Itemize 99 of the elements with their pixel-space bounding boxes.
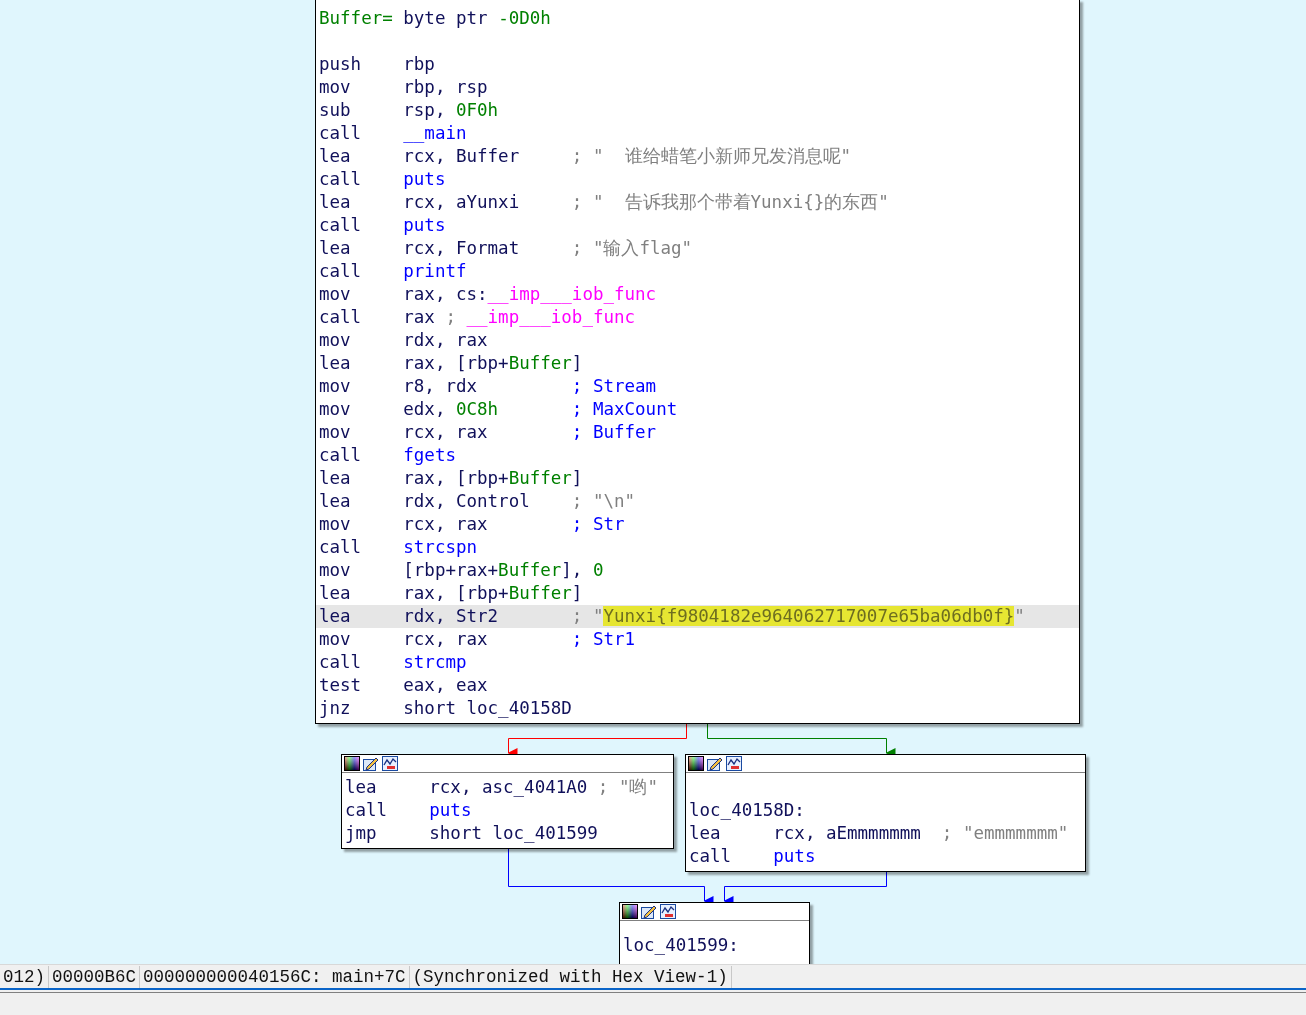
mnemonic: call bbox=[689, 845, 733, 869]
operand: rcx, aYunxi bbox=[403, 192, 520, 213]
mnemonic: mov bbox=[319, 76, 352, 100]
mnemonic: mov bbox=[319, 421, 352, 445]
status-text: 00000B6C bbox=[49, 965, 141, 988]
mnemonic: lea bbox=[319, 191, 352, 215]
mnemonic: call bbox=[319, 651, 363, 675]
graph-icon[interactable] bbox=[726, 756, 742, 771]
mnemonic: push bbox=[319, 53, 363, 77]
code-comment: ; "emmmmmmm" bbox=[941, 822, 1069, 846]
mnemonic: lea bbox=[345, 776, 378, 800]
mnemonic: call bbox=[319, 306, 363, 330]
operand: puts bbox=[403, 169, 446, 190]
graph-icon[interactable] bbox=[660, 904, 676, 919]
operand: edx, 0C8h bbox=[403, 399, 499, 420]
palette-icon[interactable] bbox=[344, 756, 360, 771]
palette-icon[interactable] bbox=[622, 904, 638, 919]
operand: printf bbox=[403, 261, 467, 282]
mnemonic: jnz bbox=[319, 697, 352, 721]
mnemonic: call bbox=[319, 214, 363, 238]
code-comment: ; Str1 bbox=[571, 628, 636, 652]
operand: fgets bbox=[403, 445, 456, 466]
operand: rdx, Str2 bbox=[403, 606, 499, 627]
operand: strcmp bbox=[403, 652, 467, 673]
code-label: loc_401599: bbox=[623, 934, 739, 958]
operand: rax, [rbp+Buffer] bbox=[403, 353, 583, 374]
mnemonic: call bbox=[319, 444, 363, 468]
mnemonic: lea bbox=[319, 352, 352, 376]
operand: puts bbox=[773, 846, 816, 867]
code-comment: ; Stream bbox=[571, 375, 657, 399]
mnemonic: sub bbox=[319, 99, 352, 123]
status-text: 012) bbox=[0, 965, 49, 988]
mnemonic: lea bbox=[319, 467, 352, 491]
mnemonic: mov bbox=[319, 513, 352, 537]
mnemonic: mov bbox=[319, 283, 352, 307]
operand: rcx, rax bbox=[403, 629, 488, 650]
mnemonic: call bbox=[319, 122, 363, 146]
operand: rcx, aEmmmmmmm bbox=[773, 823, 921, 844]
mnemonic: call bbox=[319, 168, 363, 192]
operand: rcx, Format bbox=[403, 238, 520, 259]
operand: [rbp+rax+Buffer], 0 bbox=[403, 560, 604, 581]
mnemonic: lea bbox=[689, 822, 722, 846]
variable-declaration: Buffer= byte ptr -0D0h bbox=[319, 7, 551, 31]
mnemonic: lea bbox=[319, 145, 352, 169]
operand: rax ; __imp___iob_func bbox=[403, 307, 636, 328]
palette-icon[interactable] bbox=[688, 756, 704, 771]
mnemonic: mov bbox=[319, 559, 352, 583]
status-text: (Synchronized with Hex View-1) bbox=[409, 965, 732, 988]
graph-icon[interactable] bbox=[382, 756, 398, 771]
operand: short loc_401599 bbox=[429, 823, 598, 844]
mnemonic: mov bbox=[319, 375, 352, 399]
code-block[interactable]: lea rcx, asc_4041A0 ; "哟" call puts jmp short loc_401599 bbox=[341, 754, 674, 849]
operand: rax, [rbp+Buffer] bbox=[403, 468, 583, 489]
code-comment: ; "输入flag" bbox=[571, 237, 693, 261]
mnemonic: jmp bbox=[345, 822, 378, 846]
operand: rax, cs:__imp___iob_func bbox=[403, 284, 657, 305]
code-comment: ; Str bbox=[571, 513, 625, 537]
operand: rcx, Buffer bbox=[403, 146, 520, 167]
operand: puts bbox=[403, 215, 446, 236]
code-comment: ; " 告诉我那个带着Yunxi{}的东西" bbox=[571, 191, 889, 215]
code-block[interactable]: loc_401599: bbox=[619, 902, 810, 964]
operand: short loc_40158D bbox=[403, 698, 572, 719]
pencil-icon[interactable] bbox=[641, 904, 657, 919]
mnemonic: mov bbox=[319, 398, 352, 422]
mnemonic: call bbox=[319, 536, 363, 560]
code-label: loc_40158D: bbox=[689, 799, 805, 823]
operand: rcx, asc_4041A0 bbox=[429, 777, 588, 798]
mnemonic: call bbox=[345, 799, 389, 823]
mnemonic: mov bbox=[319, 628, 352, 652]
code-comment: ; Buffer bbox=[571, 421, 657, 445]
operand: strcspn bbox=[403, 537, 478, 558]
mnemonic: mov bbox=[319, 329, 352, 353]
code-comment: ; MaxCount bbox=[571, 398, 678, 422]
code-block[interactable] bbox=[315, 0, 1080, 724]
operand: rdx, Control bbox=[403, 491, 530, 512]
operand: rdx, rax bbox=[403, 330, 488, 351]
code-comment: ; " 谁给蜡笔小新师兄发消息呢" bbox=[571, 145, 852, 169]
status-text: 000000000040156C: main+7C bbox=[140, 965, 410, 988]
operand: rbp bbox=[403, 54, 435, 75]
pencil-icon[interactable] bbox=[707, 756, 723, 771]
operand: puts bbox=[429, 800, 472, 821]
operand: rbp, rsp bbox=[403, 77, 488, 98]
mnemonic: lea bbox=[319, 237, 352, 261]
operand: __main bbox=[403, 123, 467, 144]
pencil-icon[interactable] bbox=[363, 756, 379, 771]
mnemonic: lea bbox=[319, 582, 352, 606]
mnemonic: lea bbox=[319, 490, 352, 514]
operand: rsp, 0F0h bbox=[403, 100, 499, 121]
operand: rcx, rax bbox=[403, 514, 488, 535]
operand: rax, [rbp+Buffer] bbox=[403, 583, 583, 604]
mnemonic: lea bbox=[319, 605, 352, 629]
operand: rcx, rax bbox=[403, 422, 488, 443]
mnemonic: test bbox=[319, 674, 363, 698]
mnemonic: call bbox=[319, 260, 363, 284]
operand: eax, eax bbox=[403, 675, 488, 696]
operand: r8, rdx bbox=[403, 376, 478, 397]
code-block[interactable]: loc_40158D: lea rcx, aEmmmmmmm ; "emmmmmmm" call puts bbox=[685, 754, 1086, 872]
code-comment: ; "哟" bbox=[597, 776, 658, 800]
code-comment: ; "\n" bbox=[571, 490, 636, 514]
